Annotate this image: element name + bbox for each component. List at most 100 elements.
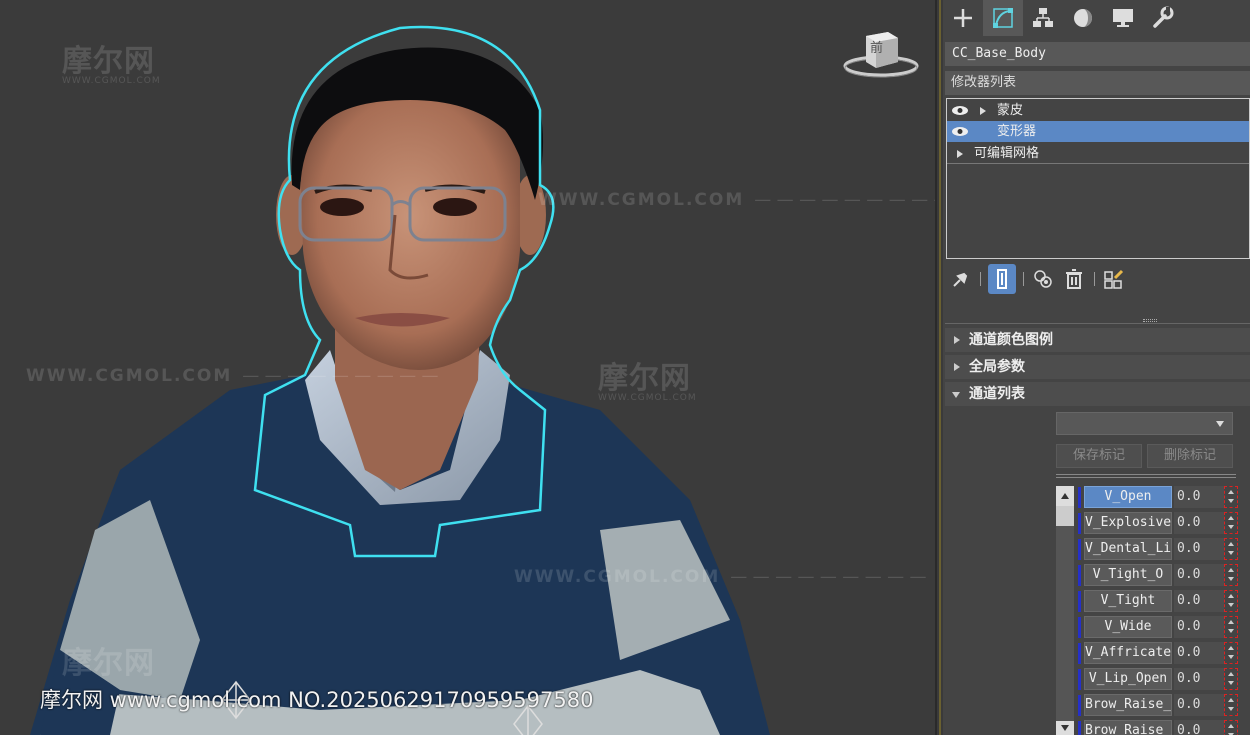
channel-color-bar — [1078, 513, 1081, 534]
channel-name-button[interactable]: V_Wide — [1084, 616, 1172, 638]
channel-row: V_Tight_O 0.0 — [1078, 564, 1250, 587]
tab-modify[interactable] — [983, 0, 1023, 36]
modifier-stack-toolbar — [943, 262, 1250, 296]
channel-value-field[interactable]: 0.0 — [1174, 694, 1224, 716]
channel-row: V_Tight 0.0 — [1078, 590, 1250, 613]
watermark-url: WWW.CGMOL.COM — [514, 567, 927, 587]
scroll-up-icon[interactable] — [1056, 486, 1074, 506]
trash-icon — [1066, 269, 1082, 289]
channel-value-field[interactable]: 0.0 — [1174, 538, 1224, 560]
configure-modifier-sets-button[interactable] — [1100, 264, 1128, 294]
expand-arrow-icon[interactable] — [957, 150, 963, 158]
plus-icon — [954, 9, 972, 27]
rollout-channel-list[interactable]: 通道列表 — [945, 382, 1250, 406]
stack-item-skin[interactable]: 蒙皮 — [947, 100, 1249, 121]
channel-spinner[interactable] — [1224, 668, 1238, 690]
rollout-title: 通道列表 — [969, 386, 1025, 402]
wrench-icon — [1153, 6, 1174, 28]
perspective-viewport[interactable]: 摩尔网 WWW.CGMOL.COM 摩尔网 WWW.CGMOL.COM 摩尔网 WW… — [0, 0, 935, 735]
channel-value-field[interactable]: 0.0 — [1174, 616, 1224, 638]
channel-value-field[interactable]: 0.0 — [1174, 512, 1224, 534]
watermark-logo: 摩尔网 — [62, 646, 155, 681]
expand-arrow-icon[interactable] — [980, 107, 986, 115]
channel-name-button[interactable]: V_Tight_O — [1084, 564, 1172, 586]
display-monitor-icon — [1113, 9, 1133, 27]
tab-hierarchy[interactable] — [1023, 0, 1063, 36]
channel-spinner[interactable] — [1224, 720, 1238, 735]
channel-spinner[interactable] — [1224, 694, 1238, 716]
channel-row: V_Dental_Li 0.0 — [1078, 538, 1250, 561]
channel-row: V_Explosive 0.0 — [1078, 512, 1250, 535]
tab-utilities[interactable] — [1143, 0, 1183, 36]
channel-spinner[interactable] — [1224, 538, 1238, 560]
save-marker-button[interactable]: 保存标记 — [1056, 444, 1142, 468]
eye-icon[interactable] — [951, 126, 969, 137]
channel-name-button[interactable]: V_Tight — [1084, 590, 1172, 612]
panel-resize-grip[interactable] — [1143, 319, 1157, 322]
channel-name-button[interactable]: Brow_Raise_ — [1084, 720, 1172, 735]
scroll-down-icon[interactable] — [1056, 721, 1074, 735]
toolbar-separator — [980, 272, 981, 286]
pin-stack-button[interactable] — [947, 264, 975, 294]
channel-list: V_Open 0.0 V_Explosive 0.0 V_Dental_Li 0… — [1056, 486, 1250, 735]
rollout-global-params[interactable]: 全局参数 — [945, 355, 1250, 379]
channel-spinner[interactable] — [1224, 564, 1238, 586]
channel-scrollbar[interactable] — [1056, 486, 1074, 735]
channel-color-bar — [1078, 721, 1081, 735]
make-unique-icon — [1034, 270, 1052, 288]
channel-value-field[interactable]: 0.0 — [1174, 564, 1224, 586]
modify-curve-icon — [993, 8, 1013, 28]
channel-value-field[interactable]: 0.0 — [1174, 668, 1224, 690]
rollout-channel-color-legend[interactable]: 通道颜色图例 — [945, 328, 1250, 352]
channel-value-field[interactable]: 0.0 — [1174, 486, 1224, 508]
viewport-panel-splitter[interactable] — [935, 0, 943, 735]
tab-motion[interactable] — [1063, 0, 1103, 36]
channel-spinner[interactable] — [1224, 642, 1238, 664]
channel-name-button[interactable]: V_Explosive — [1084, 512, 1172, 534]
channel-name-button[interactable]: Brow_Raise_ — [1084, 694, 1172, 716]
stack-item-morpher[interactable]: 变形器 — [947, 121, 1249, 142]
configure-sets-icon — [1104, 269, 1124, 289]
hierarchy-icon — [1033, 8, 1053, 27]
scroll-thumb[interactable] — [1056, 506, 1074, 526]
toolbar-separator — [1023, 272, 1024, 286]
channel-color-bar — [1078, 617, 1081, 638]
modifier-list-dropdown[interactable]: 修改器列表 — [945, 71, 1250, 95]
channel-spinner[interactable] — [1224, 486, 1238, 508]
channel-color-bar — [1078, 565, 1081, 586]
channel-value-field[interactable]: 0.0 — [1174, 720, 1224, 735]
channel-value-field[interactable]: 0.0 — [1174, 590, 1224, 612]
channel-spinner[interactable] — [1224, 590, 1238, 612]
eye-icon[interactable] — [951, 105, 969, 116]
channel-row: Brow_Raise_ 0.0 — [1078, 720, 1250, 735]
tab-display[interactable] — [1103, 0, 1143, 36]
show-end-result-button[interactable] — [988, 264, 1016, 294]
channel-name-button[interactable]: V_Open — [1084, 486, 1172, 508]
toolbar-separator — [1094, 272, 1095, 286]
command-panel-tabs — [943, 0, 1250, 36]
make-unique-button[interactable] — [1029, 264, 1057, 294]
watermark-caption: 摩尔网 www.cgmol.com NO.2025062917095959758… — [40, 688, 594, 712]
remove-modifier-button[interactable] — [1060, 264, 1088, 294]
channel-row: Brow_Raise_ 0.0 — [1078, 694, 1250, 717]
delete-marker-button[interactable]: 删除标记 — [1147, 444, 1233, 468]
channel-color-bar — [1078, 487, 1081, 508]
tab-create[interactable] — [943, 0, 983, 36]
watermark-logo: 摩尔网 WWW.CGMOL.COM — [62, 44, 161, 86]
viewcube-front-label: 前 — [870, 41, 884, 56]
channel-row: V_Open 0.0 — [1078, 486, 1250, 509]
object-name-field[interactable]: CC_Base_Body — [945, 42, 1250, 66]
channel-name-button[interactable]: V_Affricate — [1084, 642, 1172, 664]
marker-dropdown[interactable] — [1056, 412, 1233, 435]
channel-spinner[interactable] — [1224, 512, 1238, 534]
stack-item-label: 可编辑网格 — [974, 146, 1040, 161]
command-panel: CC_Base_Body 修改器列表 蒙皮 变形器 可编辑网格 通道颜色图例 全… — [943, 0, 1250, 735]
channel-value-field[interactable]: 0.0 — [1174, 642, 1224, 664]
stack-divider — [947, 163, 1249, 164]
watermark-url: WWW.CGMOL.COM — [538, 190, 935, 210]
channel-name-button[interactable]: V_Dental_Li — [1084, 538, 1172, 560]
stack-item-editable-mesh[interactable]: 可编辑网格 — [947, 143, 1249, 164]
channel-name-button[interactable]: V_Lip_Open — [1084, 668, 1172, 690]
channel-spinner[interactable] — [1224, 616, 1238, 638]
show-end-result-icon — [997, 269, 1007, 289]
